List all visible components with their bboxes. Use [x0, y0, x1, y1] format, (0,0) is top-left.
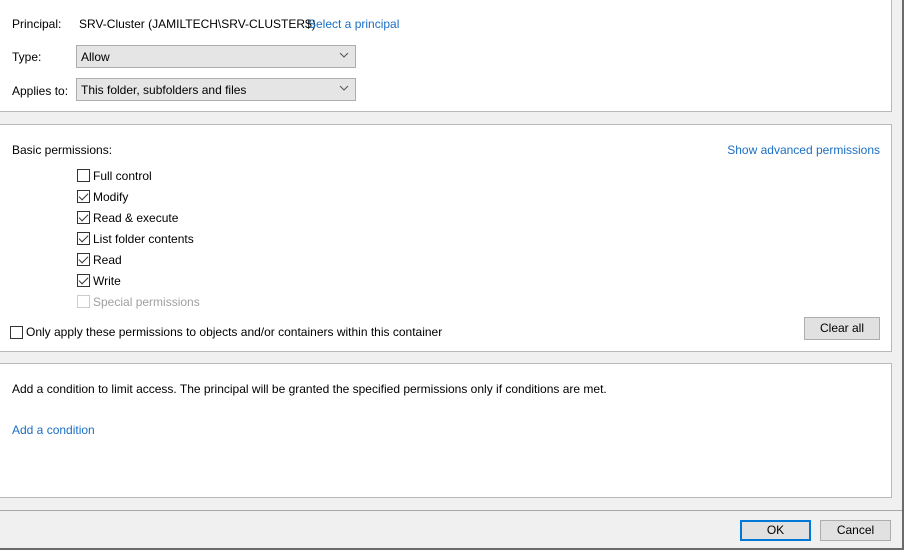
applies-to-label: Applies to:	[12, 84, 69, 98]
ok-button[interactable]: OK	[740, 520, 811, 541]
checkbox[interactable]	[77, 190, 90, 203]
show-advanced-permissions-link[interactable]: Show advanced permissions	[727, 143, 880, 157]
only-apply-option[interactable]: Only apply these permissions to objects …	[10, 325, 442, 339]
type-selected-value: Allow	[81, 50, 110, 64]
permission-special: Special permissions	[77, 291, 200, 312]
condition-panel: Add a condition to limit access. The pri…	[0, 363, 892, 498]
permission-label: Modify	[93, 189, 129, 204]
permission-label: Read	[93, 252, 122, 267]
checkbox[interactable]	[77, 211, 90, 224]
permission-read-execute[interactable]: Read & execute	[77, 207, 200, 228]
checkbox[interactable]	[77, 232, 90, 245]
permission-label: Read & execute	[93, 210, 179, 225]
applies-to-selected-value: This folder, subfolders and files	[81, 83, 247, 97]
select-principal-link[interactable]: Select a principal	[308, 17, 399, 31]
only-apply-checkbox[interactable]	[10, 325, 23, 339]
add-condition-link[interactable]: Add a condition	[12, 423, 95, 437]
checkbox[interactable]	[77, 253, 90, 266]
permission-label: Write	[93, 273, 121, 288]
permissions-panel: Basic permissions: Show advanced permiss…	[0, 124, 892, 352]
permission-full-control[interactable]: Full control	[77, 165, 200, 186]
basic-permissions-label: Basic permissions:	[12, 143, 113, 157]
permission-read[interactable]: Read	[77, 249, 200, 270]
permission-entry-dialog: Principal: SRV-Cluster (JAMILTECH\SRV-CL…	[0, 0, 904, 550]
chevron-down-icon	[339, 85, 349, 91]
permission-list-folder-contents[interactable]: List folder contents	[77, 228, 200, 249]
permission-modify[interactable]: Modify	[77, 186, 200, 207]
permission-label: List folder contents	[93, 231, 194, 246]
principal-label: Principal:	[12, 17, 62, 31]
permission-write[interactable]: Write	[77, 270, 200, 291]
permission-label: Full control	[93, 168, 152, 183]
only-apply-label: Only apply these permissions to objects …	[26, 325, 443, 339]
type-label: Type:	[12, 50, 42, 64]
clear-all-button[interactable]: Clear all	[804, 317, 880, 340]
checkbox[interactable]	[77, 274, 90, 287]
chevron-down-icon	[339, 52, 349, 58]
footer-divider	[0, 510, 902, 511]
principal-panel: Principal: SRV-Cluster (JAMILTECH\SRV-CL…	[0, 0, 892, 112]
principal-value: SRV-Cluster (JAMILTECH\SRV-CLUSTER$)	[79, 17, 316, 31]
type-dropdown[interactable]: Allow	[76, 45, 356, 68]
permission-label: Special permissions	[93, 294, 200, 309]
checkbox	[77, 295, 90, 308]
checkbox[interactable]	[77, 169, 90, 182]
condition-description: Add a condition to limit access. The pri…	[12, 382, 607, 396]
applies-to-dropdown[interactable]: This folder, subfolders and files	[76, 78, 356, 101]
permissions-list: Full control Modify Read & execute List …	[77, 165, 200, 312]
cancel-button[interactable]: Cancel	[820, 520, 891, 541]
